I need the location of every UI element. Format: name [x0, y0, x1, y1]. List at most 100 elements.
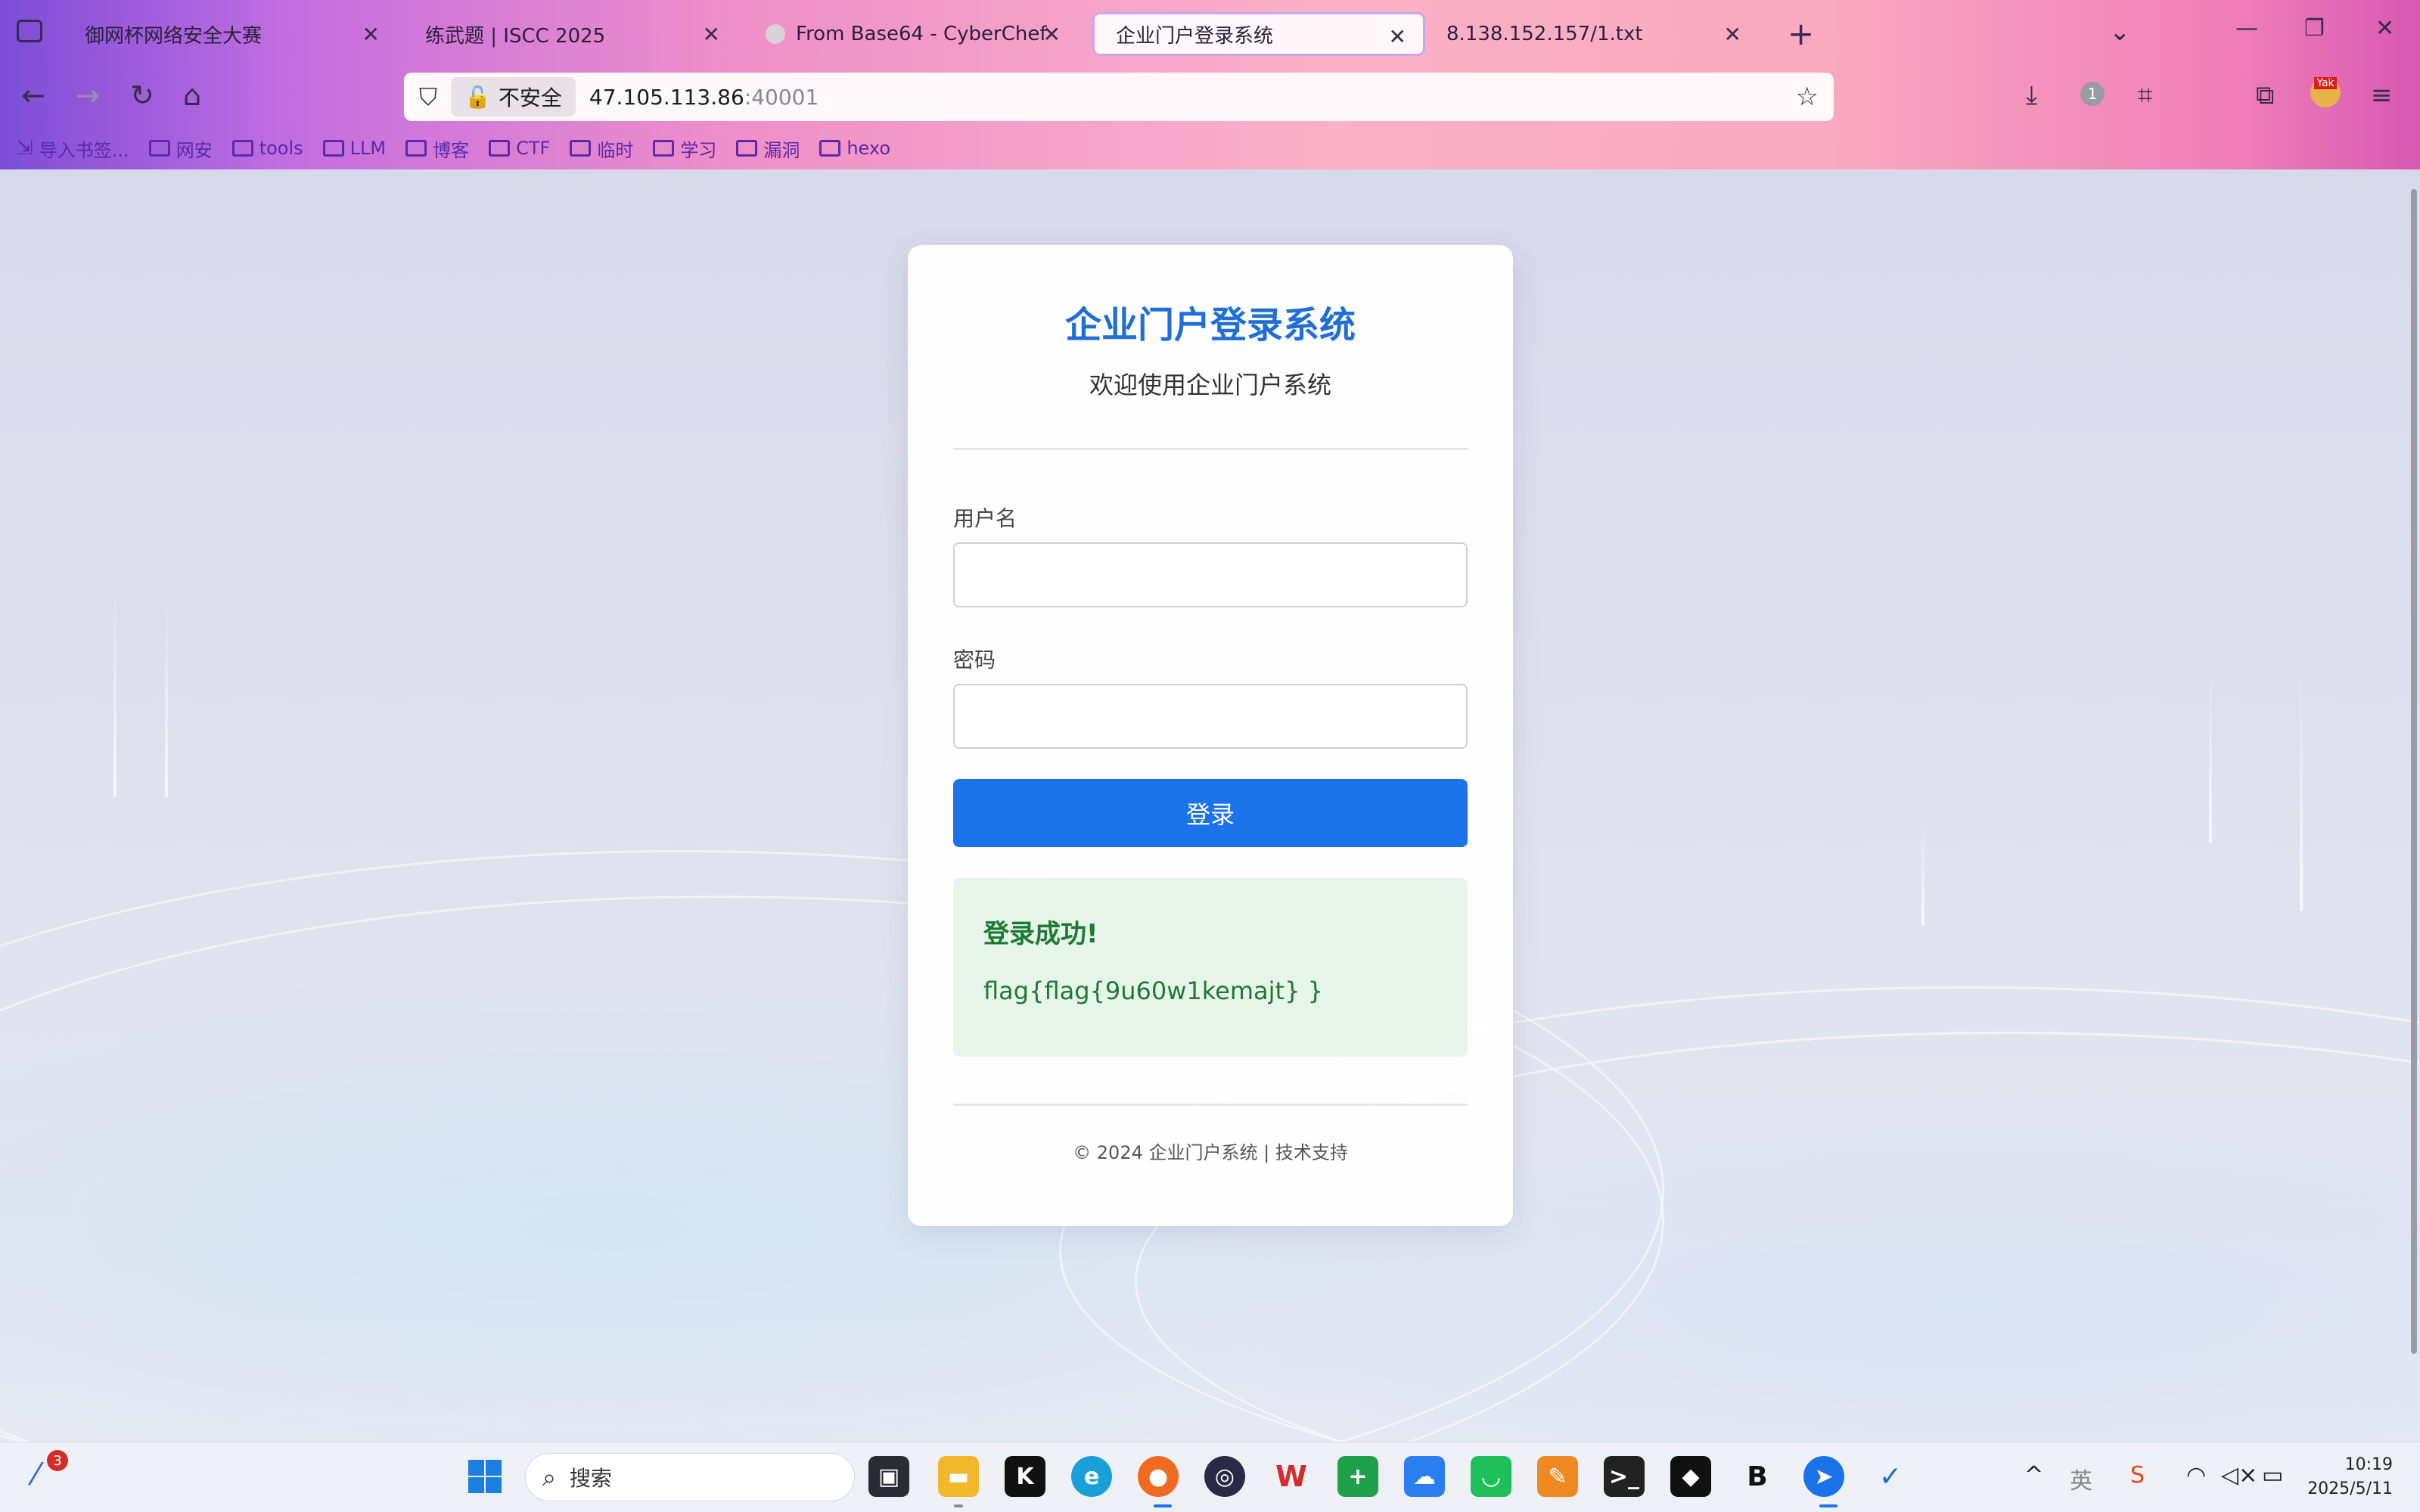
- extensions-icon[interactable]: ⧉: [2256, 80, 2274, 110]
- minimize-icon[interactable]: —: [2235, 15, 2258, 42]
- bookmark-folder-study[interactable]: 学习: [653, 135, 716, 162]
- start-icon[interactable]: [464, 1456, 505, 1497]
- file-explorer-icon[interactable]: ▬: [938, 1456, 979, 1497]
- sheets-icon[interactable]: +: [1337, 1456, 1378, 1497]
- bookmark-folder-wangan[interactable]: 网安: [148, 135, 213, 162]
- insecure-lock-icon: 🔓: [464, 84, 491, 110]
- tab-txt-file[interactable]: 8.138.152.157/1.txt ✕: [1425, 12, 1758, 56]
- result-title: 登录成功!: [983, 919, 1098, 949]
- tab-label: From Base64 - CyberChef: [796, 23, 1047, 45]
- terminal-icon[interactable]: >_: [1604, 1456, 1645, 1497]
- nav-bar: ← → ↻ ⌂ ⛉ 🔓 不安全 47.105.113.86:40001 ☆ ⤓ …: [0, 67, 2420, 127]
- bookmark-folder-temp[interactable]: 临时: [570, 135, 633, 162]
- wps-icon[interactable]: W: [1271, 1456, 1312, 1497]
- app-icon[interactable]: ◎: [1204, 1456, 1245, 1497]
- tab-portal-login[interactable]: 企业门户登录系统 ✕: [1092, 12, 1425, 56]
- kimi-icon[interactable]: K: [1005, 1456, 1045, 1497]
- close-icon[interactable]: ✕: [1724, 22, 1741, 47]
- app-icon[interactable]: ◆: [1670, 1456, 1711, 1497]
- folder-icon: [570, 140, 592, 157]
- username-label: 用户名: [953, 506, 1017, 531]
- close-icon[interactable]: ✕: [1043, 22, 1061, 47]
- bookmark-folder-blog[interactable]: 博客: [405, 135, 469, 162]
- tab-list-icon[interactable]: [17, 20, 42, 42]
- bookmark-folder-llm[interactable]: LLM: [322, 138, 387, 159]
- app-icon[interactable]: ✓: [1870, 1456, 1911, 1497]
- cloud-icon[interactable]: ☁: [1404, 1456, 1445, 1497]
- taskbar-search[interactable]: ⌕ 搜索: [525, 1453, 855, 1501]
- folder-icon: [736, 140, 758, 157]
- bookmark-label: LLM: [349, 138, 387, 159]
- tab-iscc[interactable]: 练武题 | ISCC 2025 ✕: [404, 12, 737, 56]
- close-window-icon[interactable]: ✕: [2375, 15, 2394, 42]
- restore-icon[interactable]: ❐: [2304, 15, 2325, 42]
- close-icon[interactable]: ✕: [362, 22, 380, 47]
- chevron-down-icon[interactable]: ⌄: [2109, 17, 2131, 47]
- tab-label: 练武题 | ISCC 2025: [425, 24, 606, 48]
- bookmark-label: hexo: [847, 138, 891, 159]
- scrollbar[interactable]: [2411, 189, 2417, 1354]
- bookmark-star-icon[interactable]: ☆: [1796, 82, 1819, 112]
- bookmark-import[interactable]: ⇲ 导入书签...: [17, 135, 129, 162]
- address-bar[interactable]: ⛉ 🔓 不安全 47.105.113.86:40001 ☆: [404, 73, 1834, 121]
- menu-icon[interactable]: ≡: [2371, 80, 2393, 110]
- yak-badge: Yak: [2314, 77, 2337, 89]
- task-view-icon[interactable]: ▣: [868, 1456, 909, 1497]
- bookmark-label: 导入书签...: [39, 139, 129, 161]
- yak-extension-icon[interactable]: Yak: [2310, 77, 2341, 107]
- bookmark-label: 博客: [433, 139, 470, 161]
- page-title: 企业门户登录系统: [1064, 304, 1356, 346]
- new-tab-icon[interactable]: +: [1788, 15, 1814, 52]
- reload-icon[interactable]: ↻: [130, 79, 154, 112]
- ime-indicator[interactable]: 英: [2070, 1462, 2092, 1495]
- login-result-box: 登录成功! flag{flag{9u60w1kemajt} }: [953, 878, 1468, 1057]
- tab-cyberchef[interactable]: From Base64 - CyberChef ✕: [744, 12, 1077, 56]
- folder-icon: [489, 140, 511, 157]
- folder-icon: [653, 140, 675, 157]
- home-icon[interactable]: ⌂: [183, 79, 201, 112]
- bookmark-folder-tools[interactable]: tools: [231, 138, 303, 159]
- background-beam: [165, 601, 168, 797]
- folder-icon: [322, 140, 344, 157]
- folder-icon: [405, 140, 427, 157]
- forward-icon[interactable]: →: [76, 79, 100, 112]
- app-tray-icon[interactable]: S: [2130, 1462, 2145, 1489]
- search-placeholder: 搜索: [569, 1466, 612, 1491]
- crop-icon[interactable]: ⌗: [2138, 80, 2152, 110]
- bookmark-folder-vuln[interactable]: 漏洞: [736, 135, 800, 162]
- security-indicator[interactable]: 🔓 不安全: [451, 77, 576, 116]
- tab-yuwangbei[interactable]: 御网杯网络安全大赛 ✕: [64, 12, 396, 56]
- chevron-up-icon[interactable]: ^: [2024, 1462, 2043, 1489]
- password-field[interactable]: [953, 684, 1468, 749]
- bookmark-label: tools: [259, 138, 303, 159]
- footer-text: © 2024 企业门户系统 | 技术支持: [1073, 1142, 1348, 1163]
- close-icon[interactable]: ✕: [1389, 24, 1406, 49]
- extension-badge-icon[interactable]: 1: [2080, 82, 2105, 106]
- volume-muted-icon[interactable]: ◁×: [2221, 1462, 2257, 1489]
- feishu-icon[interactable]: ➤: [1803, 1456, 1844, 1497]
- bookmark-folder-hexo[interactable]: hexo: [819, 138, 890, 159]
- chef-hat-icon: [766, 24, 785, 44]
- pen-icon[interactable]: ⁄: [33, 1458, 39, 1492]
- bookmark-label: 学习: [680, 139, 717, 161]
- shield-icon[interactable]: ⛉: [419, 82, 437, 112]
- bookmark-folder-ctf[interactable]: CTF: [489, 138, 550, 159]
- chat-icon[interactable]: ◡: [1471, 1456, 1511, 1497]
- tab-label: 企业门户登录系统: [1116, 24, 1274, 48]
- bookmark-label: 临时: [597, 139, 634, 161]
- wifi-icon[interactable]: ◠: [2186, 1462, 2206, 1489]
- edge-icon[interactable]: e: [1071, 1456, 1112, 1497]
- burp-icon[interactable]: B: [1737, 1456, 1778, 1497]
- login-button[interactable]: 登录: [953, 779, 1468, 847]
- battery-icon[interactable]: ▭: [2262, 1462, 2283, 1489]
- result-flag: flag{flag{9u60w1kemajt} }: [983, 976, 1323, 1005]
- firefox-icon[interactable]: ●: [1138, 1456, 1179, 1497]
- clock[interactable]: 10:19 2025/5/11: [2307, 1453, 2393, 1501]
- close-icon[interactable]: ✕: [703, 22, 720, 47]
- background-beam: [2300, 669, 2303, 911]
- download-icon[interactable]: ⤓: [2026, 80, 2037, 110]
- app-icon[interactable]: ✎: [1537, 1456, 1578, 1497]
- clock-time: 10:19: [2344, 1455, 2393, 1474]
- back-icon[interactable]: ←: [21, 79, 45, 112]
- username-field[interactable]: [953, 542, 1468, 607]
